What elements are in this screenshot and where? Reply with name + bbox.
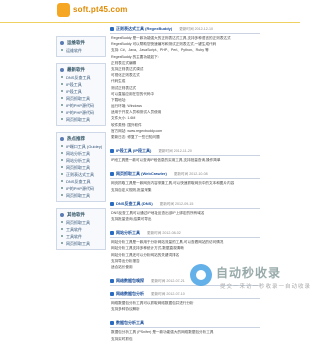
article-line: IP段工具是一款可以查询IP段信息的实用工具,支持批量查询,操作简单 (111, 158, 221, 163)
article-line: 支持: C#、Java、JavaScript、PHP、Perl、Python、R… (111, 48, 209, 53)
sidebar-box-title: 最新软件 (60, 66, 102, 74)
sidebar-link[interactable]: 网页抓取工具 (60, 116, 102, 123)
article-title-link[interactable]: 网络数据包分析 (116, 291, 144, 296)
article-line: 数据包分析工具 (PSnifer) 是一款功能强大的网络数据包分析工具 (111, 330, 214, 335)
article-line: 运行环境: Windows (111, 104, 142, 109)
article-title-link[interactable]: 网站分析工具 (116, 230, 140, 235)
article-body: DNS反查工具可以通过IP地址反查出该IP上绑定的所有域名 支持批量查询,结果可… (110, 209, 260, 225)
watermark-subtitle: 提交一来访一秒收录一自动收录 (220, 284, 312, 290)
sidebar-link[interactable]: 网页抓取工具 (60, 240, 102, 247)
article-line: 支持正则表达式调试 (111, 66, 144, 71)
watermark: 自动秒收录 提交一来访一秒收录一自动收录 (190, 262, 310, 300)
article-section: 数据包分析工具 数据包分析工具 (PSnifer) 是一款功能强大的网络数据包分… (110, 319, 260, 344)
article-header: 正则表达式工具 (RegexBuddy) 更新时间 2012-12-10 (110, 25, 260, 34)
article-line: 支持多种协议解析 (111, 307, 140, 312)
main-content: 正则表达式工具 (RegexBuddy) 更新时间 2012-12-10 Reg… (110, 25, 260, 349)
article-body: RegexBuddy 是一款功能强大的正则表达式工具,支持多种语言的正则表达式 … (110, 34, 260, 143)
watermark-title: 自动秒收录 (216, 266, 282, 280)
article-body: IP段工具是一款可以查询IP段信息的实用工具,支持批量查询,操作简单 (110, 156, 260, 166)
sidebar-box-title: 运维软件 (60, 39, 102, 47)
article-line: 软件类别: 国外软件 (111, 122, 142, 127)
site-logo-icon[interactable] (57, 3, 70, 17)
article-line: 可视化正则表达式 (111, 73, 140, 78)
sidebar-link[interactable]: DNS反查工具 (60, 74, 102, 81)
article-header: IP段工具 (IP段工具) 更新时间 2012-11-20 (110, 147, 260, 157)
site-logo-text[interactable]: soft.pt45.com (73, 5, 128, 14)
sidebar-box-other: 其他软件 网页抓取工具 工具软件 工具软件 网页抓取工具 (56, 208, 106, 250)
article-title-link[interactable]: 网络数据包嗅探 (116, 278, 144, 283)
sidebar-link[interactable]: DNS反查工具 (60, 178, 102, 185)
article-title-link[interactable]: IP段工具 (IP段工具) (116, 148, 151, 153)
site-header: soft.pt45.com (0, 0, 300, 23)
sidebar-box-title: 热点推荐 (60, 135, 102, 143)
article-line: 支持实时抓包 (111, 336, 133, 341)
sidebar-link[interactable]: 正则表达式工具 (60, 171, 102, 178)
sidebar-box-category: 运维软件 运维软件 (56, 36, 106, 57)
article-section: IP段工具 (IP段工具) 更新时间 2012-11-20 IP段工具是一款可以… (110, 147, 260, 166)
article-body: 网页抓取工具是一款网页内容采集工具,可以快速抓取网页中的文本和图片内容 支持自定… (110, 179, 260, 195)
article-date: 更新时间 2012-11-20 (158, 149, 192, 154)
article-line: 正则表达式编辑 (111, 60, 137, 65)
article-line: DNS反查工具可以通过IP地址反查出该IP上绑定的所有域名 (111, 210, 205, 215)
sidebar-link[interactable]: 网站分析工具 (60, 150, 102, 157)
article-section: 网页抓取工具 (WebCrawler) 更新时间 2012-10-08 网页抓取… (110, 170, 260, 195)
article-title-link[interactable]: DNS反查工具 (DNS) (116, 201, 153, 206)
article-line: 网站分析工具还可以分析网站的关键词排名 (111, 252, 180, 257)
article-header: 数据包分析工具 (110, 319, 260, 329)
article-title-link[interactable]: 网页抓取工具 (WebCrawler) (116, 171, 167, 176)
sidebar-link[interactable]: IP段工具 (60, 81, 102, 88)
article-date: 更新时间 2012-12-10 (179, 27, 213, 31)
article-line: 网站分析工具是一款用于分析网站流量的工具,可以查看网站的访问情况 (111, 240, 224, 245)
article-line: 官方网站: www.regexbuddy.com (111, 128, 163, 133)
article-line: 支持自定义规则,批量采集 (111, 187, 152, 192)
sidebar-link[interactable]: IP段工具 (60, 88, 102, 95)
article-section: DNS反查工具 (DNS) 更新时间 2012-09-15 DNS反查工具可以通… (110, 200, 260, 225)
sidebar-link[interactable]: 网页抓取工具 (60, 164, 102, 171)
sidebar-link[interactable]: 网页抓取工具 (60, 192, 102, 199)
article-line: 网页抓取工具是一款网页内容采集工具,可以快速抓取网页中的文本和图片内容 (111, 181, 235, 186)
sidebar-link[interactable]: 网站分析工具 (60, 157, 102, 164)
article-header: 网页抓取工具 (WebCrawler) 更新时间 2012-10-08 (110, 170, 260, 180)
article-line: 测试正则表达式 (111, 85, 137, 90)
sidebar-link[interactable]: IP端口工具 (Guidey) (60, 143, 102, 150)
sidebar-link[interactable]: 工具软件 (60, 226, 102, 233)
article-line: 网站分析工具支持多种统计方式,数据直观清晰 (111, 246, 184, 251)
article-line: 可以直接应用在您的代码中 (111, 91, 155, 96)
sidebar: 运维软件 运维软件 最新软件 DNS反查工具 IP段工具 IP段工具 网页抓取工… (56, 36, 106, 256)
article-date: 更新时间 2012-07-21 (151, 279, 185, 284)
article-line: 代码生成 (111, 79, 126, 84)
article-title-link[interactable]: 正则表达式工具 (RegexBuddy) (116, 26, 172, 31)
article-body: 网络数据包分析工具可以抓取网络数据包并进行分析 支持多种协议解析 (110, 299, 260, 315)
article-line: 文件大小: 1.6M (111, 116, 136, 121)
sidebar-link[interactable]: 运维软件 (60, 47, 102, 54)
article-line: RegexBuddy 是一款功能强大的正则表达式工具,支持多种语言的正则表达式 (111, 36, 231, 40)
sidebar-link[interactable]: 网页抓取工具 (60, 95, 102, 102)
sidebar-link[interactable]: 网页抓取工具 (60, 219, 102, 226)
article-line: 网络数据包分析工具可以抓取网络数据包并进行分析 (111, 301, 194, 306)
article-date: 更新时间 2012-10-08 (173, 172, 208, 177)
article-line: RegexBuddy 的主要功能如下: (111, 54, 159, 59)
sidebar-link[interactable]: IP的PHP源代码 (60, 102, 102, 109)
article-line: 下载地址: (111, 97, 127, 102)
sidebar-link[interactable]: 工具软件 (60, 233, 102, 240)
sidebar-link[interactable]: IP的PHP源代码 (60, 109, 102, 116)
article-header: DNS反查工具 (DNS) 更新时间 2012-09-15 (110, 200, 260, 209)
sidebar-box-title: 其他软件 (60, 211, 102, 219)
article-date: 更新时间 2012-08-02 (147, 231, 181, 236)
watermark-logo-icon (190, 264, 212, 286)
article-date: 更新时间 2012-09-15 (159, 201, 194, 206)
article-line: 适用于开发人员和测试人员使用 (111, 110, 162, 115)
sidebar-link[interactable]: IP的PHP源代码 (60, 185, 102, 192)
article-line: 更新日志: 修复了一些已知问题 (111, 135, 160, 139)
article-section: 正则表达式工具 (RegexBuddy) 更新时间 2012-12-10 Reg… (110, 25, 260, 143)
article-date: 更新时间 2012-07-10 (151, 292, 185, 297)
article-title-link[interactable]: 数据包分析工具 (116, 320, 144, 325)
sidebar-box-hot: 热点推荐 IP端口工具 (Guidey) 网站分析工具 网站分析工具 网页抓取工… (56, 132, 106, 202)
article-body: 数据包分析工具 (PSnifer) 是一款功能强大的网络数据包分析工具 支持实时… (110, 328, 260, 344)
article-line: RegexBuddy 可以帮助您快速编写和测试正则表达式,一键生成代码 (111, 42, 217, 47)
sidebar-box-latest: 最新软件 DNS反查工具 IP段工具 IP段工具 网页抓取工具 IP的PHP源代… (56, 63, 106, 126)
article-line: 支持批量查询,结果可导出 (111, 216, 152, 221)
article-header: 网站分析工具 更新时间 2012-08-02 (110, 229, 260, 239)
